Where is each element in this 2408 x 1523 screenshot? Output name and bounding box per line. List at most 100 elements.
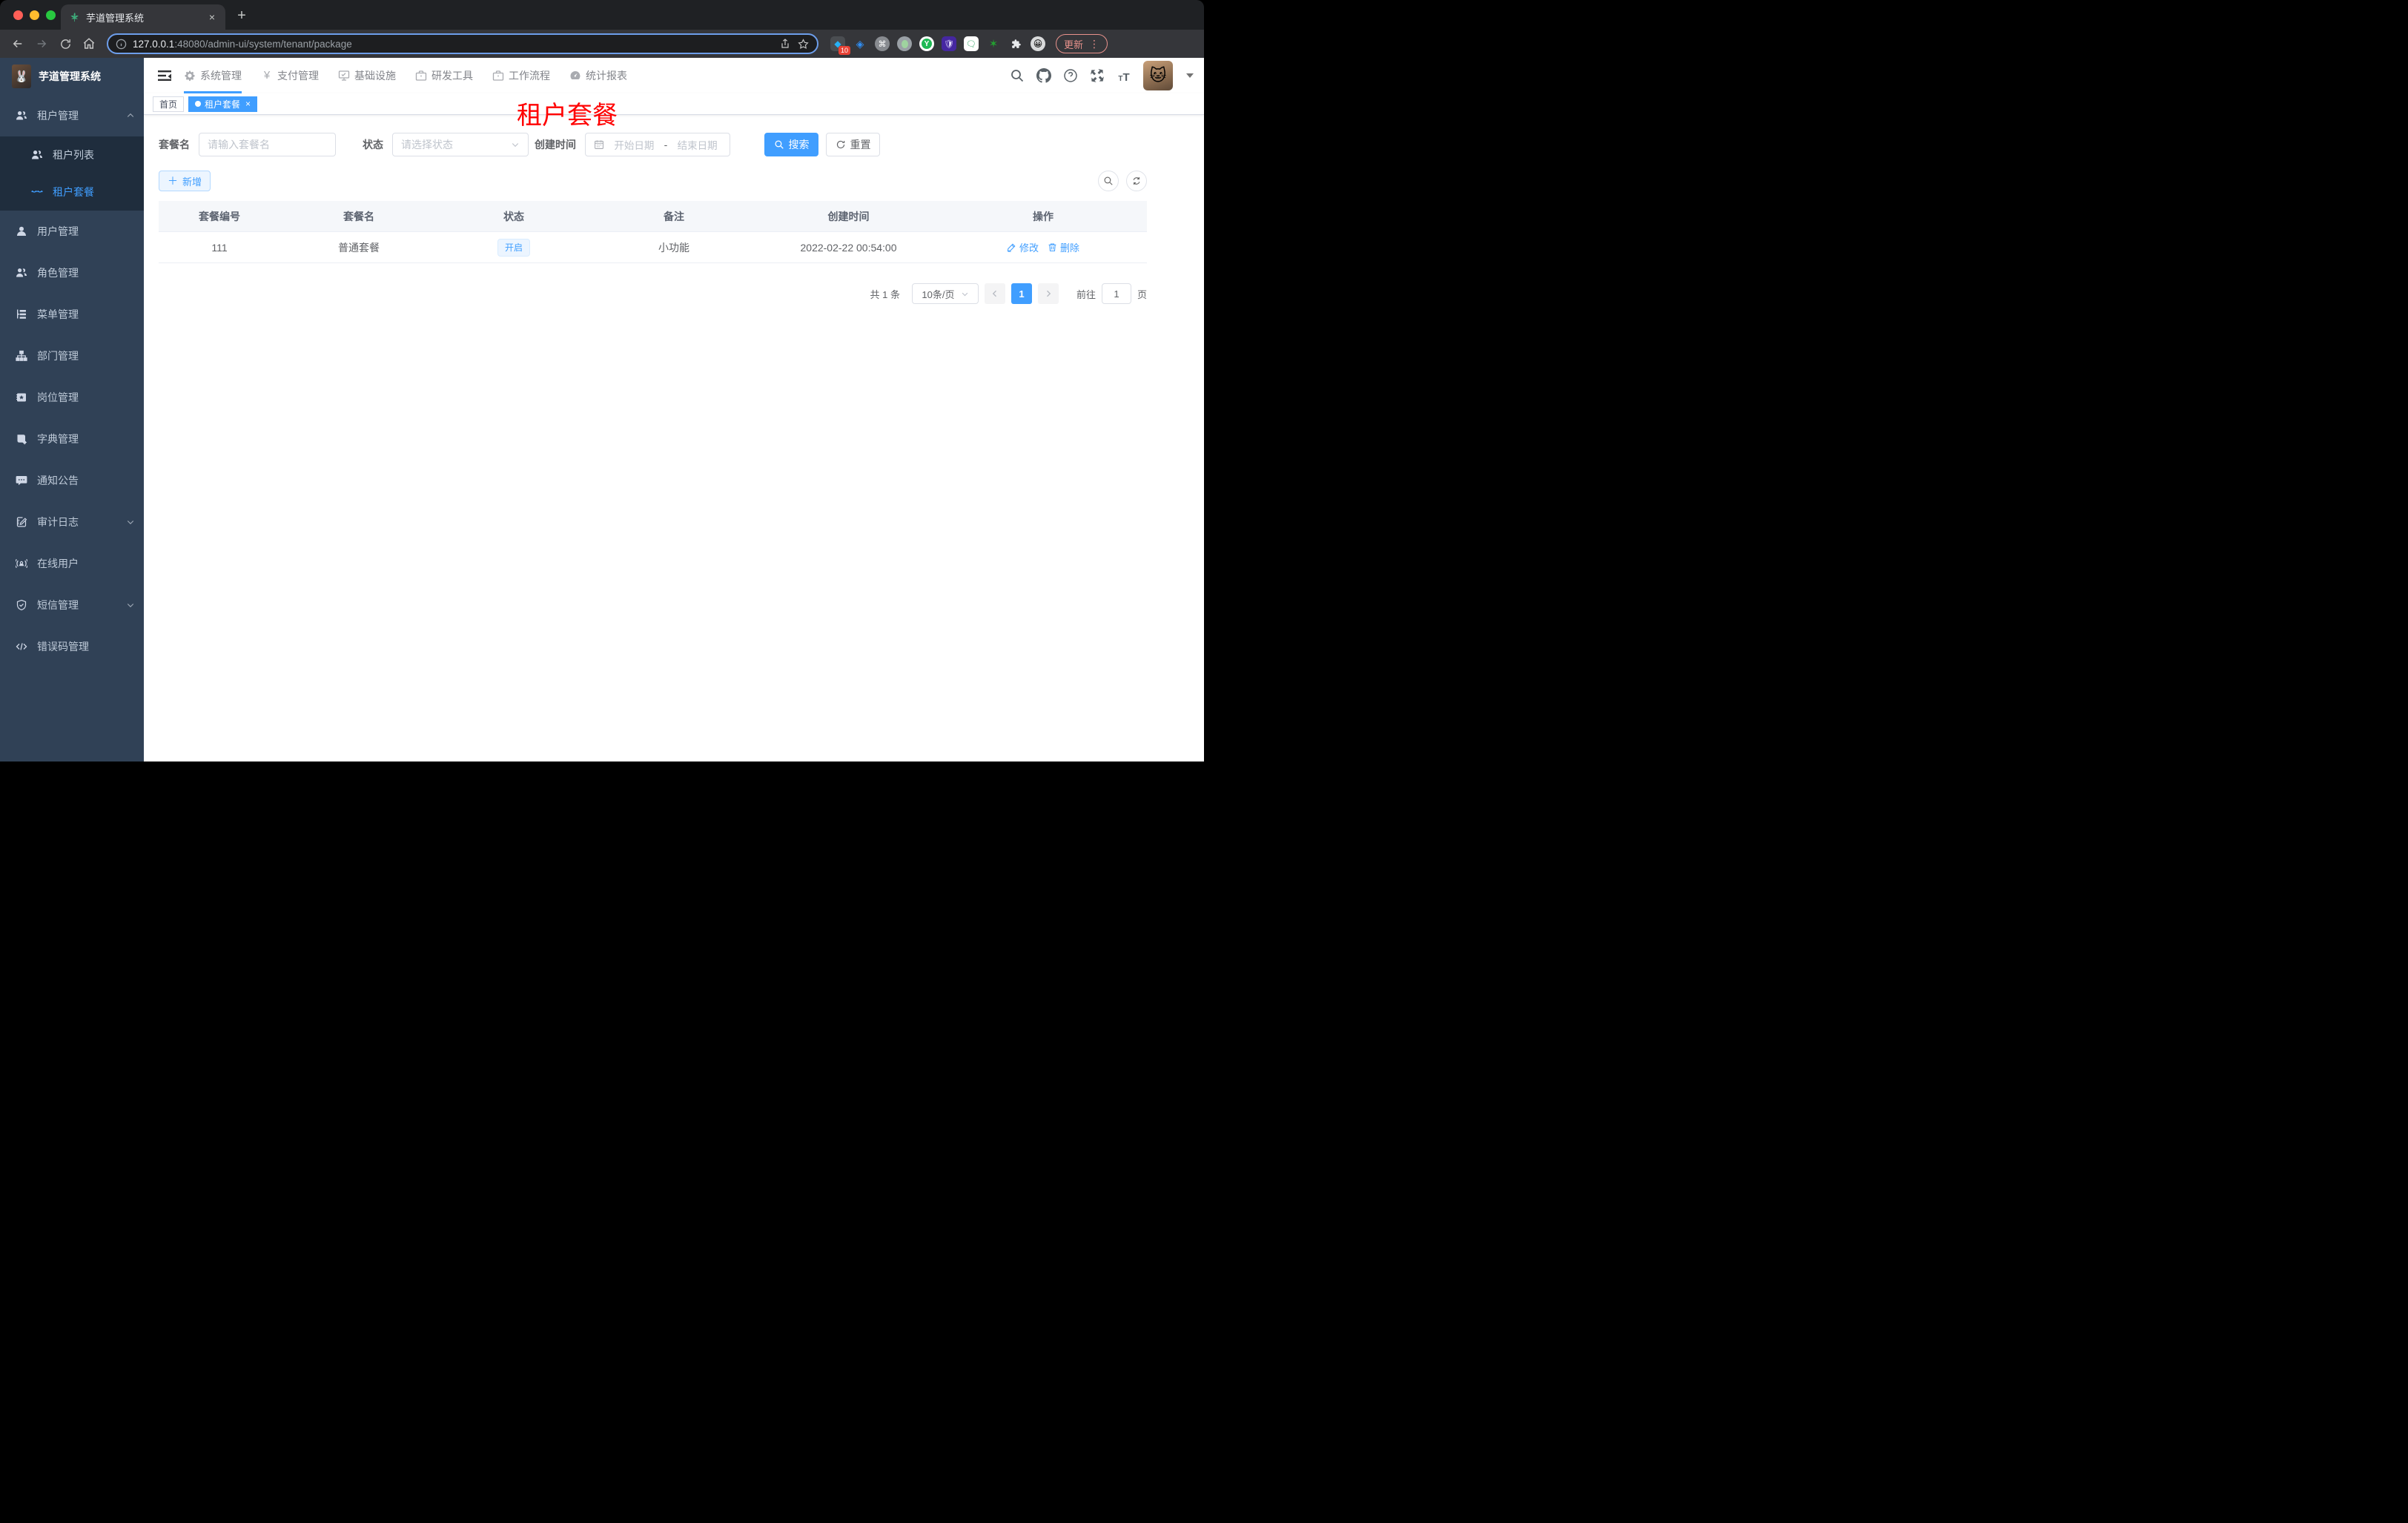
sidebar-item-user-mgmt[interactable]: 用户管理 [0, 211, 144, 252]
prev-page-button[interactable] [984, 283, 1005, 304]
app-logo-row[interactable]: 🐰 芋道管理系统 [0, 58, 144, 95]
top-nav-workflow[interactable]: 工作流程 [492, 58, 550, 93]
monitor-icon [338, 70, 350, 81]
minimize-window-button[interactable] [30, 10, 39, 20]
browser-tabstrip: 芋道管理系统 × + [0, 0, 1204, 30]
browser-menu-icon[interactable]: ⋮ [1089, 38, 1099, 50]
extension-icon-shield[interactable]: 🛡 [942, 36, 956, 51]
create-time-label: 创建时间 [535, 139, 576, 151]
sidebar-item-role-mgmt[interactable]: 角色管理 [0, 252, 144, 294]
page-size-select[interactable]: 10条/页 [911, 283, 979, 304]
sidebar-item-tenant-mgmt[interactable]: 租户管理 [0, 95, 144, 136]
extension-icon-chat[interactable]: 🗨 [964, 36, 979, 51]
date-range-picker[interactable]: 开始日期 - 结束日期 [585, 133, 730, 156]
sidebar-item-label: 菜单管理 [37, 308, 79, 320]
sidebar-item-sms-mgmt[interactable]: 短信管理 [0, 584, 144, 626]
add-button[interactable]: ＋ 新增 [159, 171, 211, 191]
tab-close-icon[interactable]: × [206, 11, 218, 23]
query-form: 套餐名 状态 请选择状态 创建时间 开始日期 - [159, 133, 1147, 156]
pencil-icon [1007, 243, 1016, 252]
back-icon[interactable] [7, 33, 28, 54]
browser-tab[interactable]: 芋道管理系统 × [61, 4, 225, 30]
top-nav-devtools[interactable]: 研发工具 [415, 58, 473, 93]
reload-icon[interactable] [55, 33, 76, 54]
home-icon[interactable] [79, 33, 99, 54]
update-chip[interactable]: 更新 ⋮ [1056, 34, 1108, 53]
zoom-window-button[interactable] [46, 10, 56, 20]
sidebar-item-online-users[interactable]: 在线用户 [0, 543, 144, 584]
calendar-icon [595, 140, 603, 149]
log-edit-icon [16, 517, 27, 527]
refresh-table-button[interactable] [1126, 171, 1147, 191]
data-table: 套餐编号 套餐名 状态 备注 创建时间 操作 111 普通套餐 开启 小功能 2… [159, 201, 1147, 263]
address-bar[interactable]: 127.0.0.1:48080/admin-ui/system/tenant/p… [107, 33, 818, 54]
extension-badge: 10 [838, 46, 850, 55]
tag-tenant-package[interactable]: 租户套餐 × [188, 96, 258, 112]
status-select[interactable]: 请选择状态 [392, 133, 529, 156]
reset-button[interactable]: 重置 [826, 133, 880, 156]
sidebar-item-tenant-list[interactable]: 租户列表 [0, 136, 144, 174]
sidebar-item-notice[interactable]: 通知公告 [0, 460, 144, 501]
tag-label: 租户套餐 [205, 99, 241, 110]
search-icon[interactable] [1010, 68, 1025, 83]
next-page-button[interactable] [1037, 283, 1059, 304]
sidebar-item-label: 角色管理 [37, 267, 79, 279]
tag-home[interactable]: 首页 [153, 96, 185, 112]
tag-close-icon[interactable]: × [245, 99, 251, 108]
site-info-icon[interactable] [116, 39, 127, 50]
toggle-search-button[interactable] [1098, 171, 1119, 191]
app-root: 🐰 芋道管理系统 租户管理 租户列表 租户套餐 用户管理 角色管理 菜单管理 部… [0, 58, 1204, 762]
start-date-placeholder: 开始日期 [614, 140, 655, 151]
fullscreen-icon[interactable] [1090, 68, 1105, 83]
package-name-input-field[interactable] [208, 139, 327, 151]
user-avatar[interactable]: 🐱 [1143, 61, 1173, 90]
top-nav: 系统管理 ¥ 支付管理 基础设施 研发工具 工作流程 统计报表 [184, 58, 1010, 93]
extension-icon-dot[interactable] [897, 36, 912, 51]
plant-favicon-icon [70, 12, 79, 22]
sidebar-item-label: 用户管理 [37, 225, 79, 237]
edit-link[interactable]: 修改 [1007, 240, 1039, 254]
delete-link-label: 删除 [1060, 242, 1080, 254]
github-icon[interactable] [1036, 68, 1051, 83]
sidebar-item-error-code[interactable]: 错误码管理 [0, 626, 144, 667]
top-nav-infra[interactable]: 基础设施 [338, 58, 396, 93]
sidebar-submenu-tenant: 租户列表 租户套餐 [0, 136, 144, 211]
extension-icon-star-green[interactable]: ✶ [986, 36, 1001, 51]
extension-icon-command[interactable]: ⌘ [875, 36, 890, 51]
profile-avatar-icon[interactable]: 😀 [1031, 36, 1045, 51]
avatar-caret-icon[interactable] [1186, 73, 1194, 78]
column-header-status: 状态 [503, 210, 524, 222]
chevron-down-icon [127, 604, 134, 608]
page-number-button[interactable]: 1 [1010, 283, 1032, 304]
sidebar-item-label: 通知公告 [37, 475, 79, 486]
close-window-button[interactable] [13, 10, 23, 20]
sidebar-item-post-mgmt[interactable]: 岗位管理 [0, 377, 144, 418]
bookmark-star-icon[interactable] [797, 38, 810, 50]
collapse-sidebar-icon[interactable] [157, 68, 172, 83]
share-icon[interactable] [779, 38, 791, 50]
sidebar-item-dict-mgmt[interactable]: 字典管理 [0, 418, 144, 460]
new-tab-button[interactable]: + [231, 6, 252, 27]
extensions-puzzle-icon[interactable] [1008, 36, 1023, 51]
extension-icon-sider[interactable]: ◆ 10 [830, 36, 850, 55]
package-name-input[interactable] [199, 133, 336, 156]
top-nav-system[interactable]: 系统管理 [184, 58, 242, 93]
table-toolbar: ＋ 新增 [159, 171, 1147, 191]
search-button[interactable]: 搜索 [764, 133, 818, 156]
extension-icon-y-green[interactable]: Y [919, 36, 934, 51]
peoples-icon [16, 111, 27, 120]
top-nav-pay[interactable]: ¥ 支付管理 [261, 58, 319, 93]
sidebar-item-audit-log[interactable]: 审计日志 [0, 501, 144, 543]
extension-icon-gem[interactable]: ◈ [853, 36, 867, 51]
sidebar-item-tenant-package[interactable]: 租户套餐 [0, 174, 144, 211]
delete-link[interactable]: 删除 [1048, 240, 1079, 254]
top-nav-report[interactable]: 统计报表 [569, 58, 627, 93]
sidebar-item-dept-mgmt[interactable]: 部门管理 [0, 335, 144, 377]
forward-icon[interactable] [31, 33, 52, 54]
chevron-left-icon [992, 290, 996, 297]
font-size-icon[interactable]: TT [1117, 68, 1131, 83]
goto-page-input[interactable] [1101, 283, 1131, 304]
chevron-down-icon [127, 521, 134, 525]
sidebar-item-menu-mgmt[interactable]: 菜单管理 [0, 294, 144, 335]
help-icon[interactable] [1063, 68, 1078, 83]
